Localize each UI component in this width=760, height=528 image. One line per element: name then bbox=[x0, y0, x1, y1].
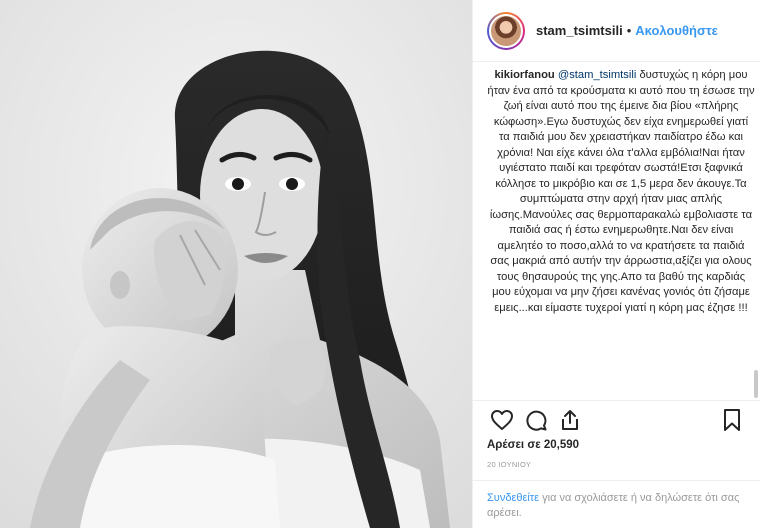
post-photo[interactable] bbox=[0, 0, 472, 528]
save-button[interactable] bbox=[715, 405, 749, 435]
instagram-post: stam_tsimtsili • Ακολουθήστε kikiorfanou… bbox=[0, 0, 760, 528]
comments-scrollbar-thumb[interactable] bbox=[754, 370, 758, 398]
comment-item: kikiorfanou @stam_tsimtsili δυστυχώς η κ… bbox=[487, 68, 755, 316]
comment-button[interactable] bbox=[519, 405, 553, 435]
share-button[interactable] bbox=[553, 405, 587, 435]
like-button[interactable] bbox=[485, 405, 519, 435]
action-icons bbox=[485, 405, 749, 435]
likes-count[interactable]: Αρέσει σε 20,590 bbox=[487, 439, 579, 451]
comments-scrollbar-track[interactable] bbox=[754, 64, 758, 400]
follow-button[interactable]: Ακολουθήστε bbox=[635, 23, 718, 38]
profile-avatar[interactable] bbox=[487, 11, 525, 50]
login-link[interactable]: Συνδεθείτε bbox=[487, 492, 539, 504]
mother-and-baby-photo bbox=[0, 0, 472, 528]
bookmark-icon bbox=[724, 409, 740, 431]
comment-icon bbox=[526, 410, 547, 431]
comments-list[interactable]: kikiorfanou @stam_tsimtsili δυστυχώς η κ… bbox=[487, 68, 755, 398]
post-header: stam_tsimtsili • Ακολουθήστε bbox=[473, 0, 760, 62]
comment-text: δυστυχώς η κόρη μου ήταν ένα από τα κρού… bbox=[487, 69, 755, 314]
heart-icon bbox=[491, 410, 513, 430]
profile-username[interactable]: stam_tsimtsili bbox=[536, 23, 623, 38]
post-side-panel: stam_tsimtsili • Ακολουθήστε kikiorfanou… bbox=[472, 0, 760, 528]
avatar-image bbox=[489, 13, 523, 48]
post-date: 20 ΙΟΥΝΙΟΥ bbox=[487, 460, 532, 469]
comment-author[interactable]: kikiorfanou bbox=[494, 69, 554, 81]
header-separator: • bbox=[626, 23, 632, 38]
comment-mention[interactable]: @stam_tsimtsili bbox=[558, 69, 637, 81]
login-prompt: Συνδεθείτε για να σχολιάσετε ή να δηλώσε… bbox=[473, 480, 760, 528]
share-icon bbox=[562, 410, 578, 430]
